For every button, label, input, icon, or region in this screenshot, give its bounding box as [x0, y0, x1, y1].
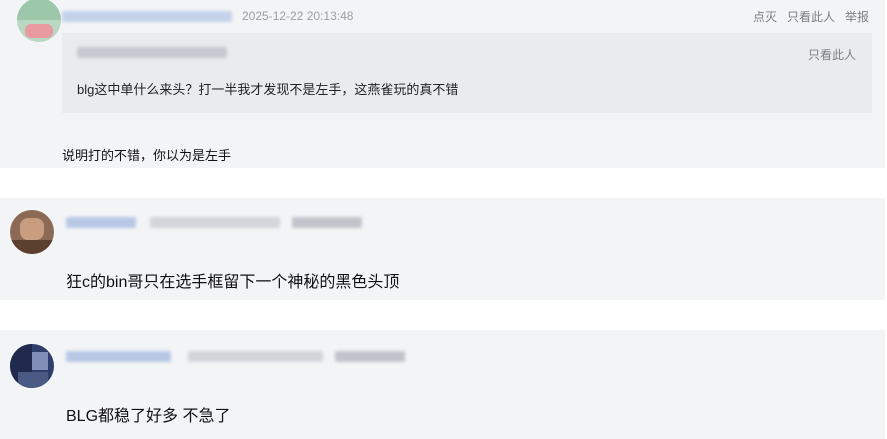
dislike-button[interactable]: 点灭 — [753, 8, 777, 25]
quoted-username-blurred[interactable] — [77, 47, 227, 58]
comment-text: BLG都稳了好多 不急了 — [66, 408, 231, 425]
only-this-person-button[interactable]: 只看此人 — [787, 8, 835, 25]
comment-text: 说明打的不错，你以为是左手 — [62, 148, 232, 163]
meta-blurred — [188, 351, 323, 362]
meta-blurred — [335, 351, 405, 362]
avatar[interactable] — [10, 344, 54, 388]
username-blurred[interactable] — [66, 217, 136, 228]
meta-blurred — [292, 217, 362, 228]
quote-only-this-person-button[interactable]: 只看此人 — [808, 46, 856, 63]
quoted-reply: 只看此人 blg这中单什么来头？打一半我才发现不是左手，这燕雀玩的真不错 — [62, 33, 872, 113]
comment-text: 狂c的bin哥只在选手框留下一个神秘的黑色头顶 — [66, 274, 400, 291]
comment-card: 狂c的bin哥只在选手框留下一个神秘的黑色头顶 — [0, 198, 885, 300]
timestamp: 2025-12-22 20:13:48 — [242, 9, 354, 23]
avatar[interactable] — [10, 210, 54, 254]
report-button[interactable]: 举报 — [845, 8, 869, 25]
comment-actions: 点灭 只看此人 举报 — [753, 8, 869, 25]
avatar[interactable] — [17, 0, 61, 42]
username-blurred[interactable] — [66, 351, 171, 362]
comment-card: BLG都稳了好多 不急了 — [0, 330, 885, 439]
username-blurred[interactable] — [62, 11, 232, 22]
comment-card: 2025-12-22 20:13:48 点灭 只看此人 举报 只看此人 blg这… — [0, 0, 885, 168]
quoted-text: blg这中单什么来头？打一半我才发现不是左手，这燕雀玩的真不错 — [77, 82, 459, 97]
meta-blurred — [150, 217, 280, 228]
